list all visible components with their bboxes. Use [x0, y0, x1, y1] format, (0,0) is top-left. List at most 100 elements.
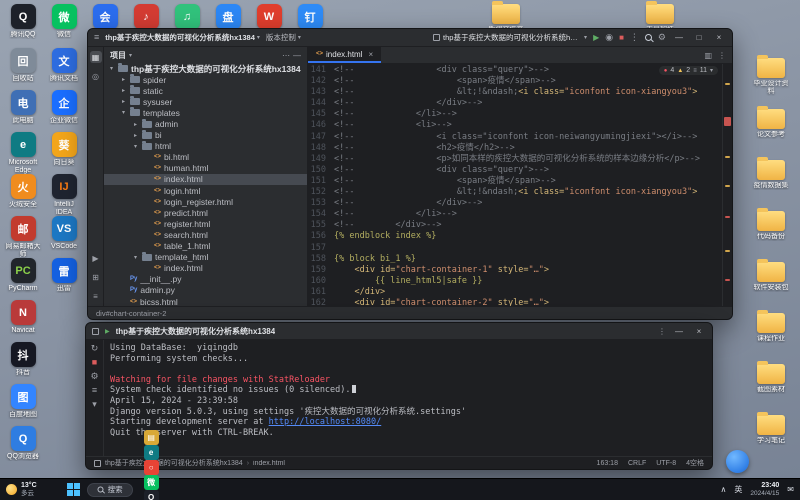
taskbar-icon-chrome[interactable]: ○ — [143, 459, 159, 475]
taskbar-clock[interactable]: 23:40 2024/4/15 — [750, 482, 779, 498]
notification-icon[interactable]: ✉ — [787, 485, 794, 494]
minimize-button[interactable]: — — [672, 33, 686, 42]
desktop-folder[interactable]: 毕业设计资料 — [752, 55, 790, 96]
desktop-icon[interactable]: e Microsoft Edge — [4, 132, 42, 175]
tree-item[interactable]: <> index.html — [104, 173, 307, 186]
desktop-icon[interactable]: 雷迅雷 — [45, 258, 83, 293]
rerun-button[interactable]: ↻ — [91, 344, 99, 353]
expand-arrow[interactable]: ▾ — [108, 65, 115, 72]
scroll-to-end-icon[interactable]: ▾ — [92, 400, 97, 409]
tree-item[interactable]: ▸ static — [104, 85, 307, 96]
project-panel-header[interactable]: 项目 ▾ ⋯ — — [104, 47, 307, 63]
tree-item[interactable]: ▸ bi — [104, 129, 307, 141]
more-actions-icon[interactable]: ⋮ — [630, 33, 639, 42]
expand-arrow[interactable]: ▸ — [120, 87, 127, 94]
expand-arrow[interactable]: ▾ — [132, 254, 139, 261]
stop-button[interactable]: ■ — [619, 33, 624, 42]
tree-item[interactable]: <> bicss.html — [104, 296, 307, 306]
stop-button[interactable]: ■ — [92, 358, 97, 367]
tree-item[interactable]: <> table_1.html — [104, 241, 307, 252]
desktop-folder[interactable]: 疫情数据集 — [752, 157, 790, 190]
tree-item[interactable]: ▾ templates — [104, 107, 307, 118]
taskbar-icon-wechat[interactable]: 微 — [143, 474, 159, 490]
expand-arrow[interactable]: ▸ — [132, 121, 139, 128]
desktop-icon[interactable]: IJ IntelliJ IDEA — [45, 174, 83, 217]
hide-panel-icon[interactable]: — — [293, 51, 301, 60]
vcs-widget[interactable]: 版本控制 ▾ — [266, 32, 301, 43]
desktop-icon[interactable]: 企企业微信 — [45, 90, 83, 125]
desktop-folder[interactable]: 代码备份 — [752, 208, 790, 241]
desktop-icon[interactable]: 文腾讯文档 — [45, 48, 83, 83]
desktop-icon[interactable]: 葵向日葵 — [45, 132, 83, 167]
desktop-icon[interactable]: 抖抖音 — [4, 342, 42, 377]
tree-item[interactable]: <> login.html — [104, 185, 307, 196]
status-item[interactable]: 4空格 — [686, 460, 704, 467]
tree-item[interactable]: ▸ sysuser — [104, 96, 307, 107]
project-widget[interactable]: thp基于疾控大数据的可视化分析系统hx1384 ▾ — [105, 32, 260, 43]
taskbar-icon-edge[interactable]: e — [143, 444, 159, 460]
tab-index-html[interactable]: <> index.html × — [308, 47, 382, 63]
breadcrumb[interactable]: div#chart-container-2 — [88, 306, 732, 319]
console-settings-icon[interactable]: ⚙ — [90, 372, 98, 381]
tree-item[interactable]: <> index.html — [104, 263, 307, 274]
desktop-folder[interactable]: 学习笔记 — [752, 412, 790, 445]
console-output[interactable]: Using DataBase: yiqingdb Performing syste… — [104, 340, 712, 456]
editor-scrollbar[interactable] — [722, 64, 732, 306]
expand-arrow[interactable]: ▸ — [120, 76, 127, 83]
tree-item[interactable]: <> human.html — [104, 163, 307, 174]
desktop-folder[interactable]: 课程作业 — [752, 310, 790, 343]
tree-item[interactable]: <> login_register.html — [104, 196, 307, 207]
tree-item[interactable]: <> search.html — [104, 229, 307, 240]
taskbar-search[interactable]: 搜索 — [86, 482, 133, 497]
tree-item[interactable]: ▾ html — [104, 140, 307, 152]
desktop-icon[interactable]: 回回收站 — [4, 48, 42, 83]
services-tool-icon[interactable]: ⊞ — [90, 271, 102, 283]
tree-item[interactable]: ▸ spider — [104, 74, 307, 85]
close-button[interactable]: × — [712, 33, 726, 42]
expand-arrow[interactable]: ▾ — [120, 109, 127, 116]
expand-arrow[interactable]: ▸ — [132, 132, 139, 139]
desktop-icon[interactable]: 邮网易邮箱大师 — [4, 216, 42, 259]
maximize-button[interactable]: □ — [692, 33, 706, 42]
tree-item[interactable]: ▾thp基于疾控大数据的可视化分析系统hx1384D:\develop\thp基… — [104, 63, 307, 74]
inspections-widget[interactable]: ● 4 ▲ 2 ≡ 11 ▾ — [658, 66, 718, 75]
console-more-icon[interactable]: ⋮ — [658, 327, 666, 336]
console-close-button[interactable]: × — [692, 327, 706, 336]
run-tool-icon[interactable]: ▶ — [90, 252, 102, 264]
desktop-icon[interactable]: Q 腾讯QQ — [4, 4, 42, 39]
desktop-icon[interactable]: 图百度地图 — [4, 384, 42, 419]
desktop-icon[interactable]: 火火绒安全 — [4, 174, 42, 209]
desktop-folder[interactable]: 软件安装包 — [752, 259, 790, 292]
tree-item[interactable]: ▸ admin — [104, 118, 307, 129]
floating-badge[interactable] — [726, 450, 749, 473]
breadcrumb-item[interactable]: div#chart-container-2 — [96, 309, 166, 318]
structure-tool-icon[interactable]: ◎ — [90, 70, 102, 82]
status-item[interactable]: UTF-8 — [656, 460, 676, 467]
console-minimize-button[interactable]: — — [672, 327, 686, 336]
split-editor-icon[interactable]: ▥ — [704, 51, 712, 60]
editor-options-icon[interactable]: ⋮ — [718, 51, 726, 60]
expand-arrow[interactable]: ▾ — [132, 143, 139, 150]
start-button[interactable] — [67, 483, 81, 497]
desktop-icon[interactable]: Q QQ浏览器 — [4, 426, 42, 461]
tree-item[interactable]: ▾ template_html — [104, 251, 307, 263]
desktop-icon[interactable]: 微微信 — [45, 4, 83, 39]
desktop-folder[interactable]: 截图素材 — [752, 361, 790, 394]
run-button[interactable]: ▶ — [593, 33, 599, 42]
console-tab[interactable]: thp基于疾控大数据的可视化分析系统hx1384 — [116, 326, 276, 337]
close-tab-icon[interactable]: × — [368, 50, 373, 59]
panel-options-icon[interactable]: ⋯ — [282, 51, 290, 60]
ime-indicator[interactable]: 英 — [734, 484, 742, 495]
tree-item[interactable]: Py __init__.py — [104, 274, 307, 285]
run-config-selector[interactable]: thp基于疾控大数据的可视化分析系统hx1384 ▾ — [433, 32, 587, 43]
tree-item[interactable]: <> register.html — [104, 218, 307, 229]
project-tool-icon[interactable]: ▦ — [89, 51, 102, 63]
main-menu-icon[interactable]: ≡ — [94, 33, 99, 42]
console-options-icon[interactable]: ≡ — [92, 386, 97, 395]
desktop-icon[interactable]: N Navicat — [4, 300, 42, 335]
tree-item[interactable]: <> bi.html — [104, 152, 307, 163]
taskbar-icon-qq[interactable]: Q — [143, 489, 159, 500]
desktop-icon[interactable]: PC PyCharm — [4, 258, 42, 293]
code-editor[interactable]: 141 <!-- <div class="query">--> 142 <!-- <s… — [308, 65, 722, 306]
status-item[interactable]: CRLF — [628, 460, 646, 467]
